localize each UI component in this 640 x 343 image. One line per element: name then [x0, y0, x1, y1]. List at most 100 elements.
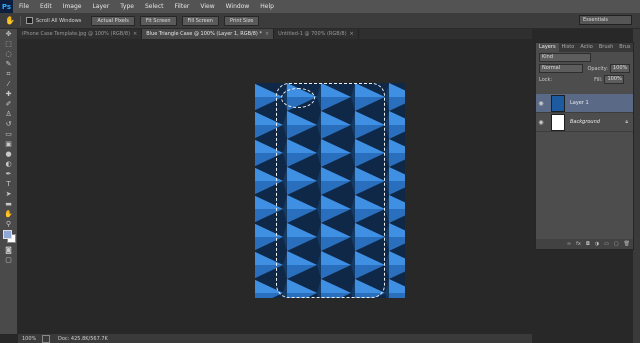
dodge-tool-icon[interactable]: ◐ [0, 159, 17, 169]
fill-screen-button[interactable]: Fill Screen [181, 15, 219, 26]
close-icon[interactable]: × [133, 29, 137, 39]
tab-label: Untitled-1 @ 700% (RGB/8) [278, 31, 347, 37]
doc-size[interactable]: Doc: 425.8K/567.7K [58, 336, 108, 342]
pattern-triangle-highlight [389, 83, 405, 97]
hand-tool-icon[interactable]: ✋ [5, 16, 15, 26]
pattern-triangle-shadow [283, 139, 287, 167]
pattern-triangle-highlight [355, 139, 385, 153]
menu-file[interactable]: File [19, 3, 29, 10]
move-tool-icon[interactable]: ✥ [0, 29, 17, 39]
pattern-triangle-highlight [287, 195, 317, 209]
blur-tool-icon[interactable]: ● [0, 149, 17, 159]
tab-actions[interactable]: Actio [577, 43, 596, 52]
pattern-triangle-shadow [351, 167, 355, 195]
zoom-level[interactable]: 100% [18, 336, 42, 342]
pattern-triangle-shadow [283, 111, 287, 139]
pattern-triangle-highlight [321, 195, 351, 209]
pattern-triangle-shadow [385, 251, 389, 279]
tab-histogram[interactable]: Histo [559, 43, 578, 52]
eye-icon[interactable]: ◉ [536, 100, 546, 107]
eyedropper-tool-icon[interactable]: ⁄ [0, 79, 17, 89]
document-canvas[interactable] [255, 83, 405, 298]
menu-help[interactable]: Help [260, 3, 274, 10]
crop-tool-icon[interactable]: ⌗ [0, 69, 17, 79]
menu-view[interactable]: View [200, 3, 214, 10]
group-icon[interactable]: ▭ [604, 241, 609, 247]
mask-icon[interactable]: ◘ [586, 241, 590, 247]
type-tool-icon[interactable]: T [0, 179, 17, 189]
foreground-color-swatch[interactable] [3, 230, 12, 239]
screen-mode-icon[interactable]: ▢ [0, 255, 17, 265]
pattern-triangle-highlight [355, 111, 385, 125]
opacity-input[interactable]: 100% [610, 64, 630, 73]
tab-brush[interactable]: Brush [596, 43, 616, 52]
quick-select-tool-icon[interactable]: ✎ [0, 59, 17, 69]
menu-layer[interactable]: Layer [92, 3, 109, 10]
tab-label: Blue Triangle Case @ 100% (Layer 1, RGB/… [146, 31, 262, 37]
menu-image[interactable]: Image [63, 3, 82, 10]
pattern-triangle-highlight [287, 251, 317, 265]
blend-mode-select[interactable]: Normal [539, 64, 584, 73]
brush-tool-icon[interactable]: ✐ [0, 99, 17, 109]
link-icon[interactable]: ∞ [567, 241, 571, 247]
menu-edit[interactable]: Edit [40, 3, 52, 10]
filter-row: Kind [536, 52, 633, 63]
tab-layers[interactable]: Layers [536, 43, 559, 52]
pattern-triangle-highlight [389, 195, 405, 209]
menu-select[interactable]: Select [145, 3, 164, 10]
fit-screen-button[interactable]: Fit Screen [139, 15, 177, 26]
workspace-select[interactable]: Essentials [579, 15, 632, 25]
history-brush-tool-icon[interactable]: ↺ [0, 119, 17, 129]
pattern-triangle-shadow [283, 223, 287, 251]
trash-icon[interactable]: 🗑︎ [624, 241, 630, 247]
healing-tool-icon[interactable]: ✚ [0, 89, 17, 99]
gradient-tool-icon[interactable]: ▣ [0, 139, 17, 149]
pattern-triangle-shadow [283, 279, 287, 298]
lasso-tool-icon[interactable]: ◌ [0, 49, 17, 59]
export-icon[interactable] [42, 334, 50, 343]
actual-pixels-button[interactable]: Actual Pixels [91, 15, 135, 26]
pattern-triangle-highlight [321, 251, 351, 265]
tab-untitled-1[interactable]: Untitled-1 @ 700% (RGB/8) × [274, 29, 359, 39]
pattern-triangle-highlight [255, 279, 283, 293]
pattern-triangle-shadow [351, 223, 355, 251]
color-swatches[interactable] [0, 229, 17, 245]
eraser-tool-icon[interactable]: ▭ [0, 129, 17, 139]
menu-type[interactable]: Type [120, 3, 134, 10]
tab-brush-presets[interactable]: Brus [616, 43, 633, 52]
menu-window[interactable]: Window [226, 3, 250, 10]
layer-row-layer-1[interactable]: ◉ Layer 1 [536, 94, 633, 113]
close-icon[interactable]: × [265, 29, 269, 39]
eye-icon[interactable]: ◉ [536, 119, 546, 126]
tab-iphone-case-template[interactable]: iPhone Case Template.jpg @ 100% (RGB/8) … [18, 29, 143, 39]
new-layer-icon[interactable]: ▢ [614, 241, 619, 247]
pattern-triangle-highlight [255, 195, 283, 209]
layer-thumbnail [551, 94, 565, 112]
path-select-tool-icon[interactable]: ➤ [0, 189, 17, 199]
pen-tool-icon[interactable]: ✒ [0, 169, 17, 179]
divider [20, 15, 21, 26]
clone-stamp-tool-icon[interactable]: ♙ [0, 109, 17, 119]
zoom-tool-icon[interactable]: ⚲ [0, 219, 17, 229]
scroll-all-windows-checkbox[interactable] [26, 17, 33, 24]
pattern-triangle-highlight [389, 251, 405, 265]
fx-icon[interactable]: fx [576, 241, 581, 247]
kind-filter-select[interactable]: Kind [539, 53, 591, 62]
pattern-triangle-highlight [355, 223, 385, 237]
menu-filter[interactable]: Filter [175, 3, 190, 10]
marquee-tool-icon[interactable]: ⬚ [0, 39, 17, 49]
layer-row-background[interactable]: ◉ Background 🔒︎ [536, 113, 633, 132]
close-icon[interactable]: × [350, 29, 354, 39]
print-size-button[interactable]: Print Size [223, 15, 260, 26]
hand-tool-icon[interactable]: ✋ [0, 209, 17, 219]
quick-mask-icon[interactable]: ◙ [0, 245, 17, 255]
canvas-area[interactable] [18, 39, 532, 334]
pattern-triangle-highlight [321, 111, 351, 125]
fill-input[interactable]: 100% [604, 75, 625, 84]
document-tabs: iPhone Case Template.jpg @ 100% (RGB/8) … [18, 29, 532, 39]
tab-blue-triangle-case[interactable]: Blue Triangle Case @ 100% (Layer 1, RGB/… [142, 29, 275, 39]
adjustment-icon[interactable]: ◑ [595, 241, 599, 247]
pattern-triangle-highlight [321, 83, 351, 97]
shape-tool-icon[interactable]: ▬ [0, 199, 17, 209]
pattern-triangle-shadow [317, 223, 321, 251]
